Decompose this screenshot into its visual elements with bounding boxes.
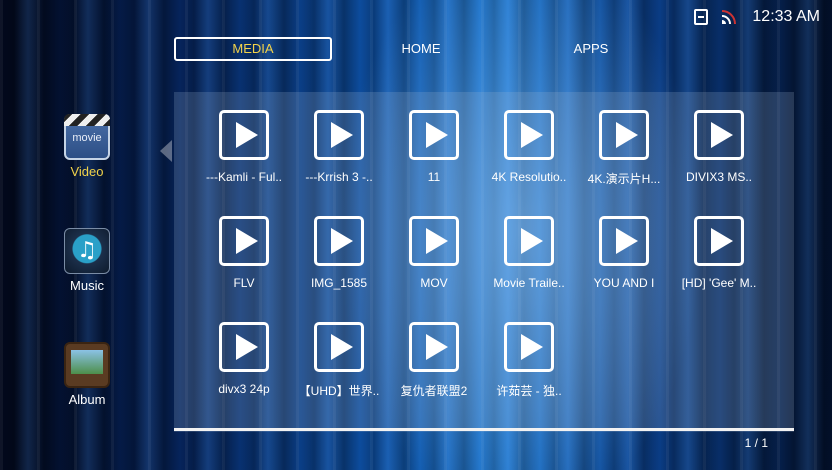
- movie-icon: movie: [64, 114, 110, 160]
- video-label: ---Kamli - Ful..: [206, 170, 282, 184]
- video-item[interactable]: 4K Resolutio..: [481, 110, 577, 184]
- clock: 12:33 AM: [752, 8, 820, 25]
- wifi-icon: [720, 9, 740, 25]
- video-item[interactable]: 【UHD】世界..: [291, 322, 387, 399]
- play-icon: [219, 216, 269, 266]
- sidebar-item-label: Album: [68, 392, 106, 407]
- screen: 12:33 AM MEDIA HOME APPS movie Video Mus…: [0, 0, 832, 470]
- video-label: [HD] 'Gee' M..: [681, 276, 757, 290]
- video-grid: ---Kamli - Ful.. ---Krrish 3 -.. 11 4K R…: [174, 92, 794, 432]
- play-icon: [504, 110, 554, 160]
- video-label: 4K Resolutio..: [491, 170, 567, 184]
- usb-icon: [694, 9, 709, 25]
- video-label: 许茹芸 - 独..: [496, 384, 562, 398]
- video-item[interactable]: DIVIX3 MS..: [671, 110, 767, 184]
- video-label: Movie Traile..: [493, 276, 565, 290]
- video-item[interactable]: IMG_1585: [291, 216, 387, 290]
- play-icon: [409, 110, 459, 160]
- video-label: MOV: [420, 276, 448, 290]
- tab-media[interactable]: MEDIA: [174, 37, 332, 61]
- sidebar-item-music[interactable]: Music: [60, 228, 114, 293]
- sidebar-item-album[interactable]: Album: [60, 342, 114, 407]
- play-icon: [314, 216, 364, 266]
- video-item[interactable]: 许茹芸 - 独..: [481, 322, 577, 399]
- video-label: divx3 24p: [218, 382, 270, 396]
- play-icon: [314, 110, 364, 160]
- video-label: DIVIX3 MS..: [685, 170, 753, 184]
- video-item[interactable]: YOU AND I: [576, 216, 672, 290]
- album-icon: [64, 342, 110, 388]
- play-icon: [409, 216, 459, 266]
- sidebar-item-label: Music: [70, 278, 104, 293]
- video-item[interactable]: Movie Traile..: [481, 216, 577, 290]
- play-icon: [694, 110, 744, 160]
- video-item[interactable]: divx3 24p: [196, 322, 292, 396]
- video-item[interactable]: 11: [386, 110, 482, 184]
- video-label: YOU AND I: [593, 276, 655, 290]
- video-item[interactable]: MOV: [386, 216, 482, 290]
- video-label: 【UHD】世界..: [298, 384, 380, 398]
- play-icon: [694, 216, 744, 266]
- play-icon: [599, 216, 649, 266]
- video-item[interactable]: 复仇者联盟2: [386, 322, 482, 399]
- sidebar-item-video[interactable]: movie Video: [60, 114, 114, 179]
- video-label: 4K.演示片H...: [587, 172, 661, 186]
- video-label: 复仇者联盟2: [400, 384, 468, 398]
- video-label: ---Krrish 3 -..: [305, 170, 373, 184]
- video-item[interactable]: [HD] 'Gee' M..: [671, 216, 767, 290]
- video-label: FLV: [233, 276, 255, 290]
- play-icon: [504, 322, 554, 372]
- tab-apps[interactable]: APPS: [514, 37, 668, 61]
- play-icon: [504, 216, 554, 266]
- pager-divider: [174, 428, 794, 431]
- selection-pointer: [160, 140, 172, 162]
- play-icon: [219, 110, 269, 160]
- video-item[interactable]: ---Krrish 3 -..: [291, 110, 387, 184]
- video-item[interactable]: ---Kamli - Ful..: [196, 110, 292, 184]
- play-icon: [314, 322, 364, 372]
- page-indicator: 1 / 1: [744, 436, 768, 450]
- play-icon: [219, 322, 269, 372]
- music-icon: [64, 228, 110, 274]
- video-item[interactable]: 4K.演示片H...: [576, 110, 672, 187]
- sidebar-item-label: Video: [70, 164, 104, 179]
- video-label: IMG_1585: [310, 276, 368, 290]
- video-item[interactable]: FLV: [196, 216, 292, 290]
- play-icon: [599, 110, 649, 160]
- play-icon: [409, 322, 459, 372]
- pager: 1 / 1: [174, 428, 794, 450]
- status-bar: 12:33 AM: [694, 8, 820, 26]
- video-label: 11: [427, 170, 441, 184]
- tab-home[interactable]: HOME: [344, 37, 498, 61]
